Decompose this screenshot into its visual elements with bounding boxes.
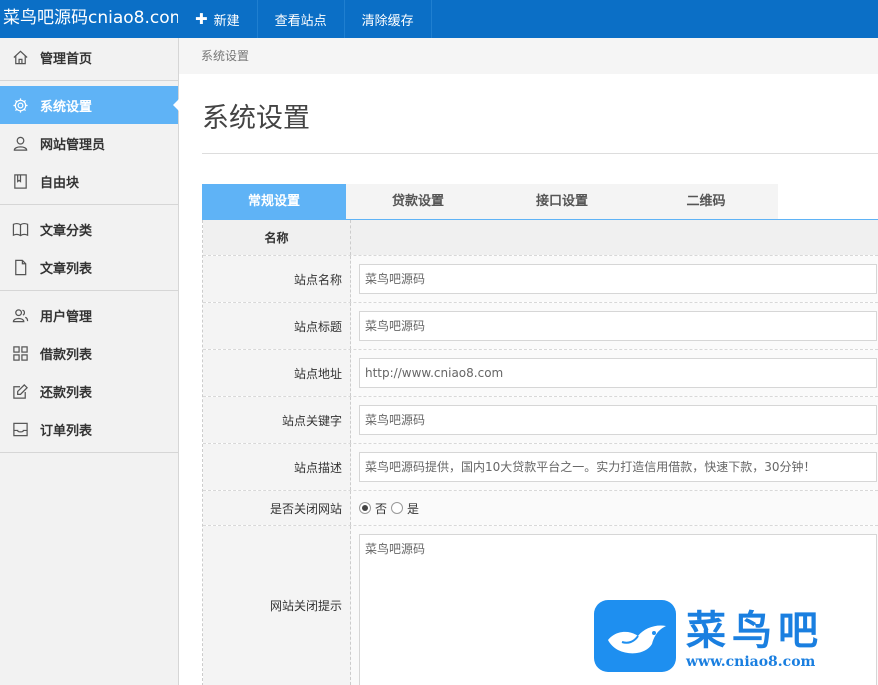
sidebar-item-loan-list[interactable]: 借款列表: [0, 334, 178, 372]
sidebar-item-repayment-list[interactable]: 还款列表: [0, 372, 178, 410]
sidebar-divider: [0, 80, 178, 81]
sidebar-item-label: 系统设置: [40, 99, 93, 115]
site-brand[interactable]: 菜鸟吧源码cniao8.com: [0, 0, 178, 38]
field-label: 站点关键字: [203, 397, 351, 443]
sidebar-divider: [0, 204, 178, 205]
inbox-icon: [11, 420, 29, 438]
bird-logo-icon: [594, 600, 676, 672]
sidebar-item-admins[interactable]: 网站管理员: [0, 124, 178, 162]
radio-label-yes[interactable]: 是: [407, 500, 419, 517]
gear-icon: [11, 96, 29, 114]
form-row-close-site: 是否关闭网站 否 是: [203, 491, 878, 526]
top-bar: 菜鸟吧源码cniao8.com ✚ 新建 查看站点 清除缓存: [0, 0, 878, 38]
field-cell: 菜鸟吧源码提供，国内10大贷款平台之一。实力打造信用借款，快速下款，30分钟！: [351, 444, 878, 490]
field-cell: http://www.cniao8.com: [351, 350, 878, 396]
book-icon: [11, 172, 29, 190]
site-url-input[interactable]: http://www.cniao8.com: [359, 358, 877, 388]
site-keywords-input[interactable]: 菜鸟吧源码: [359, 405, 877, 435]
field-cell: 菜鸟吧源码: [351, 397, 878, 443]
sidebar-item-settings[interactable]: 系统设置: [0, 86, 179, 124]
settings-tabs: 常规设置 贷款设置 接口设置 二维码: [202, 184, 778, 219]
sidebar-item-article-list[interactable]: 文章列表: [0, 248, 178, 286]
page-title: 系统设置: [202, 103, 310, 134]
clear-cache-label: 清除缓存: [361, 13, 414, 29]
site-title-input[interactable]: 菜鸟吧源码: [359, 311, 877, 341]
sidebar-item-label: 自由块: [40, 175, 80, 191]
form-row-site-title: 站点标题 菜鸟吧源码: [203, 303, 878, 350]
watermark-text: 菜鸟吧: [686, 607, 824, 654]
sidebar-item-order-list[interactable]: 订单列表: [0, 410, 178, 448]
field-label: 是否关闭网站: [203, 491, 351, 525]
field-label: 站点名称: [203, 256, 351, 302]
radio-label-no[interactable]: 否: [375, 500, 387, 517]
sidebar-item-free-block[interactable]: 自由块: [0, 162, 178, 200]
column-header-name: 名称: [203, 220, 351, 255]
column-header-value: [351, 220, 878, 255]
sidebar-divider: [0, 452, 178, 453]
field-label: 站点地址: [203, 350, 351, 396]
sidebar: 管理首页 系统设置 网站管理员 自由块 文章分类 文章列表 用户管理 借款列表 …: [0, 38, 179, 685]
view-site-button[interactable]: 查看站点: [258, 0, 345, 38]
form-row-site-url: 站点地址 http://www.cniao8.com: [203, 350, 878, 397]
form-row-site-keywords: 站点关键字 菜鸟吧源码: [203, 397, 878, 444]
new-button-label: 新建: [213, 13, 240, 29]
sidebar-item-users[interactable]: 用户管理: [0, 296, 178, 334]
field-label: 站点标题: [203, 303, 351, 349]
sidebar-item-label: 网站管理员: [40, 137, 106, 153]
breadcrumb: 系统设置: [179, 38, 878, 74]
sidebar-item-article-categories[interactable]: 文章分类: [0, 210, 178, 248]
home-icon: [11, 48, 29, 66]
field-cell: 菜鸟吧源码: [351, 303, 878, 349]
clear-cache-button[interactable]: 清除缓存: [345, 0, 432, 38]
edit-icon: [11, 382, 29, 400]
user-icon: [11, 134, 29, 152]
sidebar-item-label: 还款列表: [40, 385, 93, 401]
close-site-yes-radio[interactable]: [391, 502, 404, 514]
sidebar-item-home[interactable]: 管理首页: [0, 38, 178, 76]
site-description-input[interactable]: 菜鸟吧源码提供，国内10大贷款平台之一。实力打造信用借款，快速下款，30分钟！: [359, 452, 877, 482]
plus-icon: ✚: [195, 10, 208, 28]
field-label: 站点描述: [203, 444, 351, 490]
watermark-url: www.cniao8.com: [686, 654, 816, 670]
sidebar-item-label: 订单列表: [40, 423, 93, 439]
watermark: 菜鸟吧 www.cniao8.com: [594, 600, 878, 685]
field-label: 网站关闭提示: [203, 526, 351, 685]
form-row-site-description: 站点描述 菜鸟吧源码提供，国内10大贷款平台之一。实力打造信用借款，快速下款，3…: [203, 444, 878, 491]
tab-qrcode[interactable]: 二维码: [634, 184, 778, 219]
sidebar-item-label: 用户管理: [40, 309, 93, 325]
sidebar-item-label: 文章列表: [40, 261, 93, 277]
users-icon: [11, 306, 29, 324]
new-button[interactable]: ✚ 新建: [178, 0, 258, 38]
sidebar-divider: [0, 290, 178, 291]
field-cell: 菜鸟吧源码: [351, 256, 878, 302]
tab-loan[interactable]: 贷款设置: [346, 184, 490, 219]
document-icon: [11, 258, 29, 276]
sidebar-item-label: 文章分类: [40, 223, 93, 239]
top-nav: ✚ 新建 查看站点 清除缓存: [178, 0, 432, 38]
close-site-no-radio[interactable]: [359, 502, 371, 514]
form-header-row: 名称: [203, 220, 878, 256]
site-name-input[interactable]: 菜鸟吧源码: [359, 264, 877, 294]
sidebar-item-label: 管理首页: [40, 51, 93, 67]
open-book-icon: [11, 220, 29, 238]
breadcrumb-item[interactable]: 系统设置: [201, 49, 249, 63]
grid-icon: [11, 344, 29, 362]
form-row-site-name: 站点名称 菜鸟吧源码: [203, 256, 878, 303]
sidebar-item-label: 借款列表: [40, 347, 93, 363]
close-site-radio-group: 否 是: [359, 500, 423, 517]
field-cell: 否 是: [351, 491, 878, 525]
tab-api[interactable]: 接口设置: [490, 184, 634, 219]
view-site-label: 查看站点: [274, 13, 327, 29]
title-divider: [202, 153, 878, 154]
tab-general[interactable]: 常规设置: [202, 184, 346, 219]
